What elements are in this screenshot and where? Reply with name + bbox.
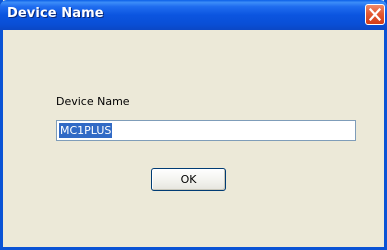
dialog-window: Device Name Device Name MC1PLUS OK [0,0,387,250]
title-bar[interactable]: Device Name [0,0,387,30]
close-icon [369,8,381,21]
close-button[interactable] [365,4,385,25]
device-name-value: MC1PLUS [59,123,113,138]
device-name-input[interactable]: MC1PLUS [56,120,356,141]
window-title: Device Name [7,6,104,21]
ok-button[interactable]: OK [151,168,226,191]
device-name-label: Device Name [56,95,130,108]
